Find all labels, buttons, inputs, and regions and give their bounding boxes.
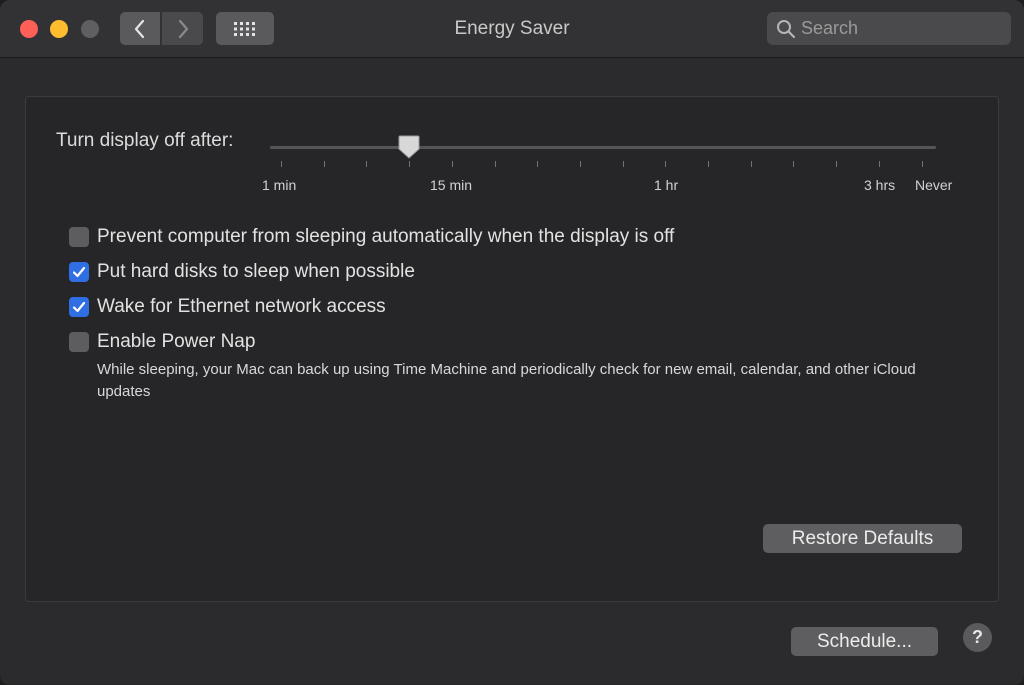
- slider-tick: [409, 161, 410, 167]
- energy-saver-window: Energy Saver Turn display off after: 1 m…: [0, 0, 1024, 685]
- zoom-window-button[interactable]: [81, 20, 99, 38]
- search-icon: [777, 20, 796, 39]
- slider-tick: [623, 161, 624, 167]
- window-title: Energy Saver: [454, 18, 570, 39]
- chevron-left-icon: [134, 19, 145, 38]
- display-sleep-label: Turn display off after:: [56, 130, 234, 151]
- minimize-window-button[interactable]: [50, 20, 68, 38]
- slider-tick: [537, 161, 538, 167]
- slider-tick: [922, 161, 923, 167]
- prevent-sleep-label: Prevent computer from sleeping automatic…: [97, 226, 675, 247]
- slider-tick: [751, 161, 752, 167]
- slider-tick: [836, 161, 837, 167]
- wake-ethernet-option[interactable]: Wake for Ethernet network access: [69, 295, 386, 319]
- show-all-button[interactable]: [216, 12, 274, 45]
- slider-tick: [665, 161, 666, 167]
- grid-icon: [234, 21, 255, 36]
- power-nap-option[interactable]: Enable Power Nap: [69, 330, 255, 354]
- prevent-sleep-checkbox[interactable]: [69, 227, 89, 247]
- restore-defaults-button[interactable]: Restore Defaults: [763, 524, 962, 553]
- forward-button[interactable]: [162, 12, 203, 45]
- hard-disk-sleep-checkbox[interactable]: [69, 262, 89, 282]
- display-sleep-slider-knob[interactable]: [397, 134, 421, 160]
- close-window-button[interactable]: [20, 20, 38, 38]
- wake-ethernet-label: Wake for Ethernet network access: [97, 296, 386, 317]
- power-nap-description: While sleeping, your Mac can back up usi…: [97, 361, 916, 400]
- slider-tick: [366, 161, 367, 167]
- slider-tick: [879, 161, 880, 167]
- title-bar: Energy Saver: [0, 0, 1024, 58]
- hard-disk-sleep-option[interactable]: Put hard disks to sleep when possible: [69, 260, 415, 284]
- slider-tick: [708, 161, 709, 167]
- tick-label-1-hr: 1 hr: [654, 177, 679, 193]
- tick-label-1-min: 1 min: [262, 177, 297, 193]
- search-input[interactable]: [801, 12, 1001, 45]
- tick-label-15-min: 15 min: [430, 177, 473, 193]
- wake-ethernet-checkbox[interactable]: [69, 297, 89, 317]
- slider-tick: [793, 161, 794, 167]
- hard-disk-sleep-label: Put hard disks to sleep when possible: [97, 261, 415, 282]
- power-nap-label: Enable Power Nap: [97, 331, 256, 352]
- slider-tick: [495, 161, 496, 167]
- back-button[interactable]: [120, 12, 161, 45]
- navigation-buttons: [120, 12, 204, 45]
- slider-tick: [580, 161, 581, 167]
- help-button[interactable]: ?: [963, 623, 992, 652]
- search-field[interactable]: [767, 12, 1011, 45]
- chevron-right-icon: [178, 19, 188, 38]
- checkmark-icon: [72, 266, 86, 278]
- checkmark-icon: [72, 301, 86, 313]
- tick-label-never: Never: [915, 177, 953, 193]
- slider-tick: [452, 161, 453, 167]
- slider-tick: [324, 161, 325, 167]
- slider-tick: [281, 161, 282, 167]
- schedule-button[interactable]: Schedule...: [791, 627, 938, 656]
- power-nap-checkbox[interactable]: [69, 332, 89, 352]
- tick-label-3-hrs: 3 hrs: [864, 177, 896, 193]
- prevent-sleep-option[interactable]: Prevent computer from sleeping automatic…: [69, 225, 674, 249]
- display-sleep-slider-track[interactable]: [270, 146, 936, 149]
